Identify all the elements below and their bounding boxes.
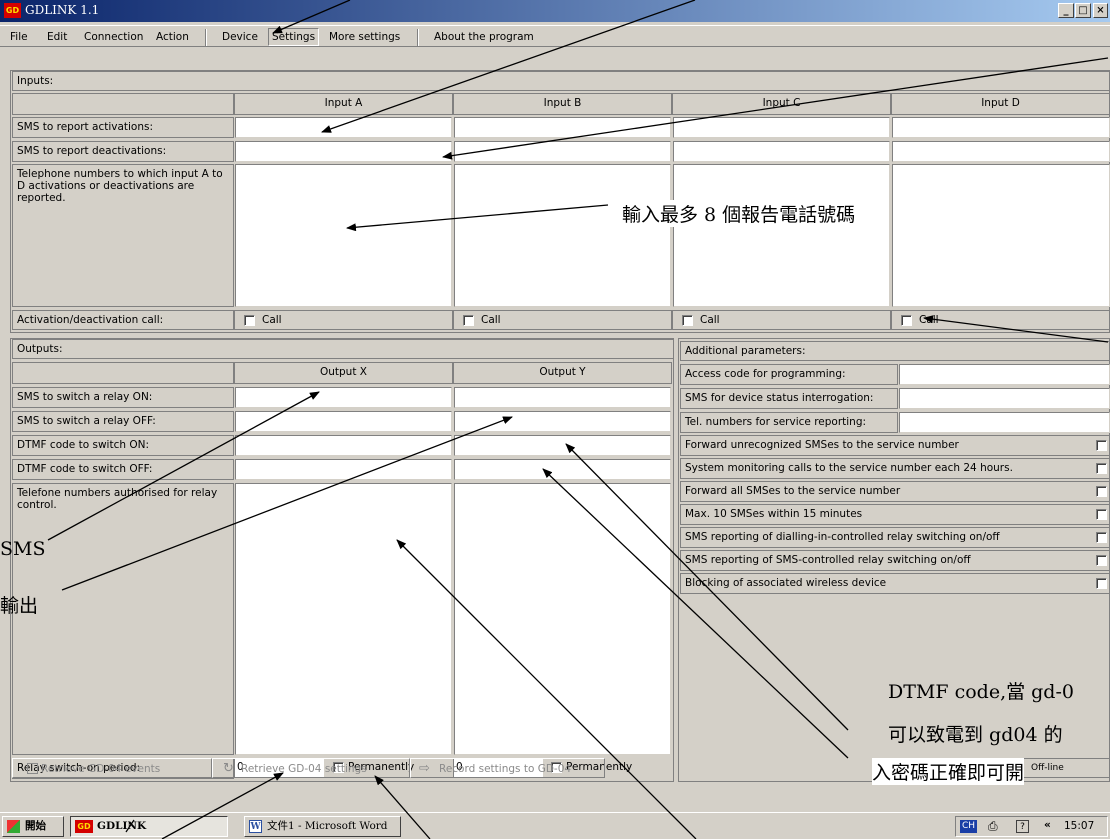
- arrow-to-deactivation: [442, 57, 1109, 160]
- arrow-taskbar: [125, 819, 135, 833]
- arrow-to-input-a-sms: [321, 0, 696, 133]
- arrow-to-phone-numbers: [346, 204, 609, 232]
- annotation-arrows: [47, 0, 1109, 839]
- arrow-to-dtmf-on: [565, 443, 849, 731]
- arrow-to-dtmf-off: [542, 468, 849, 759]
- arrow-to-call-d: [923, 315, 1109, 343]
- arrow-to-relay-on: [47, 391, 320, 541]
- arrow-to-relay-off: [61, 416, 513, 591]
- arrow-to-period-x: [161, 772, 284, 839]
- arrow-to-settings: [272, 0, 351, 34]
- arrow-to-authorised-numbers: [396, 539, 697, 839]
- arrow-to-permanently: [374, 775, 431, 839]
